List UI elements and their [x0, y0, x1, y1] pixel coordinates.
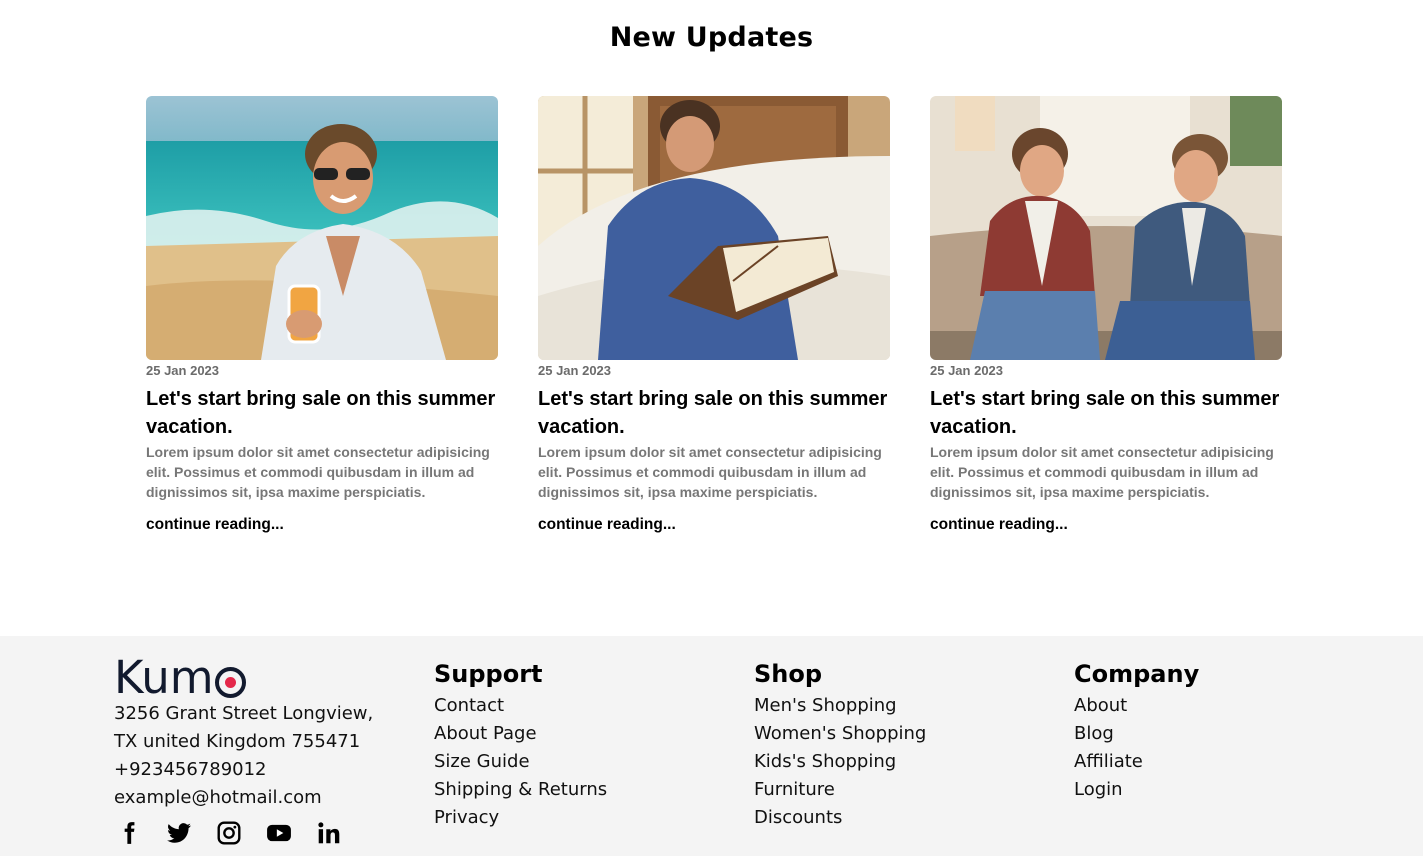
- post-excerpt: Lorem ipsum dolor sit amet consectetur a…: [930, 444, 1274, 500]
- beach-photo[interactable]: [146, 96, 498, 360]
- post-title[interactable]: Let's start bring sale on this summer va…: [146, 385, 498, 441]
- post-date: 25 Jan 2023: [146, 363, 220, 378]
- linkedin-icon[interactable]: [314, 818, 344, 848]
- shop-heading: Shop: [754, 660, 823, 688]
- post-date: 25 Jan 2023: [930, 363, 1004, 378]
- footer-link-kids-shopping[interactable]: Kids's Shopping: [754, 748, 1054, 776]
- continue-reading-link[interactable]: continue reading...: [538, 516, 676, 534]
- footer-support: Support Contact About Page Size Guide Sh…: [434, 656, 734, 832]
- support-heading: Support: [434, 660, 543, 688]
- brand-logo[interactable]: Kum: [114, 651, 414, 704]
- post-excerpt: Lorem ipsum dolor sit amet consectetur a…: [538, 444, 882, 500]
- logo-dot-icon: [214, 666, 246, 698]
- footer-link-login[interactable]: Login: [1074, 776, 1374, 804]
- post-date: 25 Jan 2023: [538, 363, 612, 378]
- footer-link-womens-shopping[interactable]: Women's Shopping: [754, 720, 1054, 748]
- footer-link-affiliate[interactable]: Affiliate: [1074, 748, 1374, 776]
- youtube-icon[interactable]: [264, 818, 294, 848]
- footer-link-size-guide[interactable]: Size Guide: [434, 748, 734, 776]
- blog-card: 25 Jan 2023 Let's start bring sale on th…: [146, 96, 498, 534]
- instagram-icon[interactable]: [214, 818, 244, 848]
- blog-card: 25 Jan 2023 Let's start bring sale on th…: [930, 96, 1282, 534]
- facebook-icon[interactable]: [114, 818, 144, 848]
- footer-link-privacy[interactable]: Privacy: [434, 804, 734, 832]
- reading-photo[interactable]: [538, 96, 890, 360]
- continue-reading-link[interactable]: continue reading...: [930, 516, 1068, 534]
- twitter-icon[interactable]: [164, 818, 194, 848]
- company-heading: Company: [1074, 660, 1200, 688]
- footer-shop: Shop Men's Shopping Women's Shopping Kid…: [754, 656, 1054, 832]
- footer-link-contact[interactable]: Contact: [434, 692, 734, 720]
- site-footer: Kum 3256 Grant Street Longview, TX unite…: [0, 636, 1423, 856]
- footer-link-shipping-returns[interactable]: Shipping & Returns: [434, 776, 734, 804]
- logo-text: Kum: [114, 650, 214, 704]
- footer-link-discounts[interactable]: Discounts: [754, 804, 1054, 832]
- footer-brand: Kum 3256 Grant Street Longview, TX unite…: [114, 651, 414, 848]
- post-title[interactable]: Let's start bring sale on this summer va…: [930, 385, 1282, 441]
- post-title[interactable]: Let's start bring sale on this summer va…: [538, 385, 890, 441]
- email-address: example@hotmail.com: [114, 787, 322, 808]
- phone-number: +923456789012: [114, 759, 267, 780]
- footer-link-blog[interactable]: Blog: [1074, 720, 1374, 748]
- footer-link-mens-shopping[interactable]: Men's Shopping: [754, 692, 1054, 720]
- address-line: TX united Kingdom 755471: [114, 731, 361, 752]
- friends-photo[interactable]: [930, 96, 1282, 360]
- continue-reading-link[interactable]: continue reading...: [146, 516, 284, 534]
- footer-link-furniture[interactable]: Furniture: [754, 776, 1054, 804]
- blog-card: 25 Jan 2023 Let's start bring sale on th…: [538, 96, 890, 534]
- social-links: [114, 818, 414, 848]
- section-title: New Updates: [609, 22, 814, 53]
- post-excerpt: Lorem ipsum dolor sit amet consectetur a…: [146, 444, 490, 500]
- footer-link-about[interactable]: About: [1074, 692, 1374, 720]
- footer-company: Company About Blog Affiliate Login: [1074, 656, 1374, 804]
- footer-link-about-page[interactable]: About Page: [434, 720, 734, 748]
- address-line: 3256 Grant Street Longview,: [114, 703, 374, 724]
